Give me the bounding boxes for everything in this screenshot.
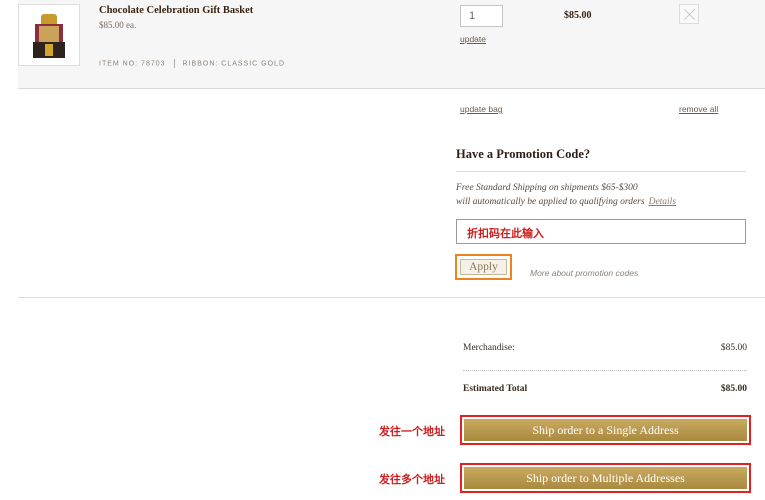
product-name[interactable]: Chocolate Celebration Gift Basket [99, 5, 253, 16]
merchandise-value: $85.00 [720, 343, 747, 353]
line-total: $85.00 [564, 10, 592, 21]
apply-button-highlight: Apply [455, 254, 512, 280]
ship-multiple-addresses-button[interactable]: Ship order to Multiple Addresses [464, 467, 747, 489]
shipping-promo-line1: Free Standard Shipping on shipments $65-… [456, 183, 638, 193]
apply-button[interactable]: Apply [460, 259, 507, 275]
cart-item-row: Chocolate Celebration Gift Basket $85.00… [18, 0, 765, 89]
quantity-input[interactable]: 1 [460, 5, 503, 27]
promo-divider [456, 171, 746, 172]
details-link[interactable]: Details [649, 197, 676, 207]
promo-input-annotation: 折扣码在此输入 [467, 227, 544, 240]
promo-code-input[interactable]: 折扣码在此输入 [456, 219, 746, 244]
estimated-total-label: Estimated Total [463, 384, 528, 394]
single-address-annotation: 发往一个地址 [379, 425, 445, 438]
gift-basket-image [33, 14, 65, 58]
single-address-highlight: Ship order to a Single Address [460, 415, 751, 445]
item-meta: ITEM NO: 78703 RIBBON: CLASSIC GOLD [99, 59, 285, 68]
unit-price: $85.00 ea. [99, 20, 137, 30]
multiple-address-highlight: Ship order to Multiple Addresses [460, 463, 751, 493]
ribbon-option: RIBBON: CLASSIC GOLD [182, 60, 285, 68]
section-divider [18, 297, 765, 298]
multiple-address-annotation: 发往多个地址 [379, 473, 445, 486]
shipping-promo-text: Free Standard Shipping on shipments $65-… [456, 181, 676, 209]
promo-heading: Have a Promotion Code? [456, 147, 591, 161]
summary-divider [463, 370, 747, 371]
remove-item-icon[interactable] [679, 4, 699, 24]
update-quantity-link[interactable]: update [460, 34, 486, 44]
item-number: ITEM NO: 78703 [99, 60, 166, 68]
merchandise-label: Merchandise: [463, 343, 515, 353]
update-bag-link[interactable]: update bag [460, 104, 503, 114]
shipping-promo-line2: will automatically be applied to qualify… [456, 197, 645, 207]
more-promo-link[interactable]: More about promotion codes [530, 268, 638, 278]
product-thumbnail[interactable] [18, 4, 80, 66]
ship-single-address-button[interactable]: Ship order to a Single Address [464, 419, 747, 441]
meta-divider [173, 59, 175, 68]
estimated-total-value: $85.00 [720, 384, 747, 394]
remove-all-link[interactable]: remove all [679, 104, 718, 114]
